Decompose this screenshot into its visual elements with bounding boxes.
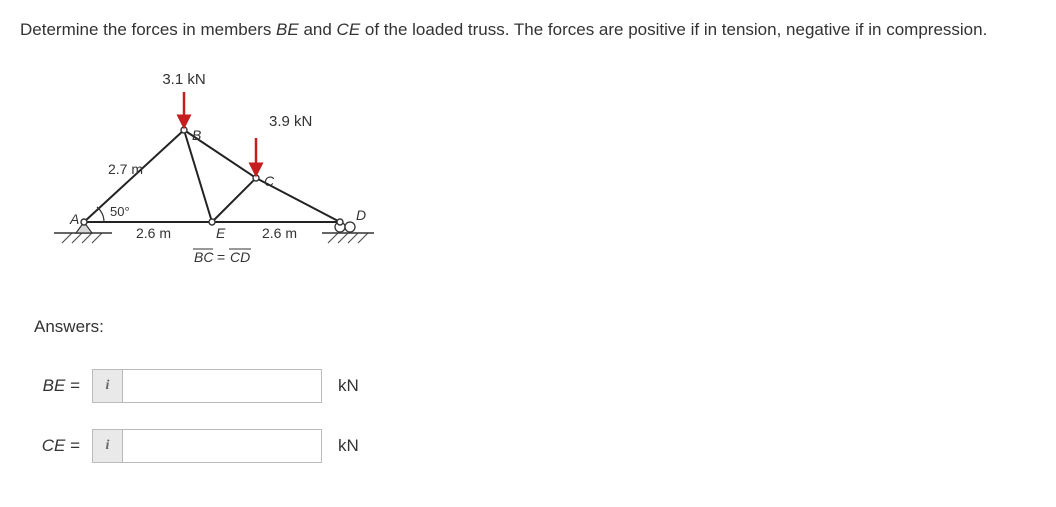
joint-d-label: D <box>356 207 366 223</box>
answers-heading: Answers: <box>34 317 1036 337</box>
len-ae-label: 2.6 m <box>136 225 171 241</box>
svg-text:BC: BC <box>194 249 214 265</box>
joint-a-label: A <box>69 211 79 227</box>
answer-input-ce[interactable] <box>123 430 321 462</box>
info-button-be[interactable]: i <box>93 370 123 402</box>
truss-diagram: 3.1 kN 3.9 kN 2.7 m 2.6 m 2.6 m 50° A B … <box>34 70 1036 295</box>
load-c-label: 3.9 kN <box>269 113 312 130</box>
answer-row-be: BE = i kN <box>34 369 1036 403</box>
question-suffix: of the loaded truss. The forces are posi… <box>360 20 987 39</box>
load-b-label: 3.1 kN <box>162 71 205 88</box>
question-text: Determine the forces in members BE and C… <box>20 18 1036 42</box>
len-ab-label: 2.7 m <box>108 161 143 177</box>
question-mid: and <box>299 20 337 39</box>
svg-text:CD: CD <box>230 249 250 265</box>
unit-be: kN <box>338 376 359 396</box>
len-ed-label: 2.6 m <box>262 225 297 241</box>
joint-c-label: C <box>264 173 275 189</box>
answer-input-be[interactable] <box>123 370 321 402</box>
angle-a-label: 50° <box>110 204 130 219</box>
question-member-2: CE <box>337 20 361 39</box>
joint-e-label: E <box>216 225 226 241</box>
svg-text:=: = <box>217 249 225 265</box>
note-bc-cd: BC = CD <box>193 249 251 265</box>
question-prefix: Determine the forces in members <box>20 20 276 39</box>
unit-ce: kN <box>338 436 359 456</box>
answer-row-ce: CE = i kN <box>34 429 1036 463</box>
answer-label-ce: CE = <box>34 436 80 456</box>
answer-label-be: BE = <box>34 376 80 396</box>
info-button-ce[interactable]: i <box>93 430 123 462</box>
joint-b-label: B <box>192 127 201 143</box>
question-member-1: BE <box>276 20 299 39</box>
